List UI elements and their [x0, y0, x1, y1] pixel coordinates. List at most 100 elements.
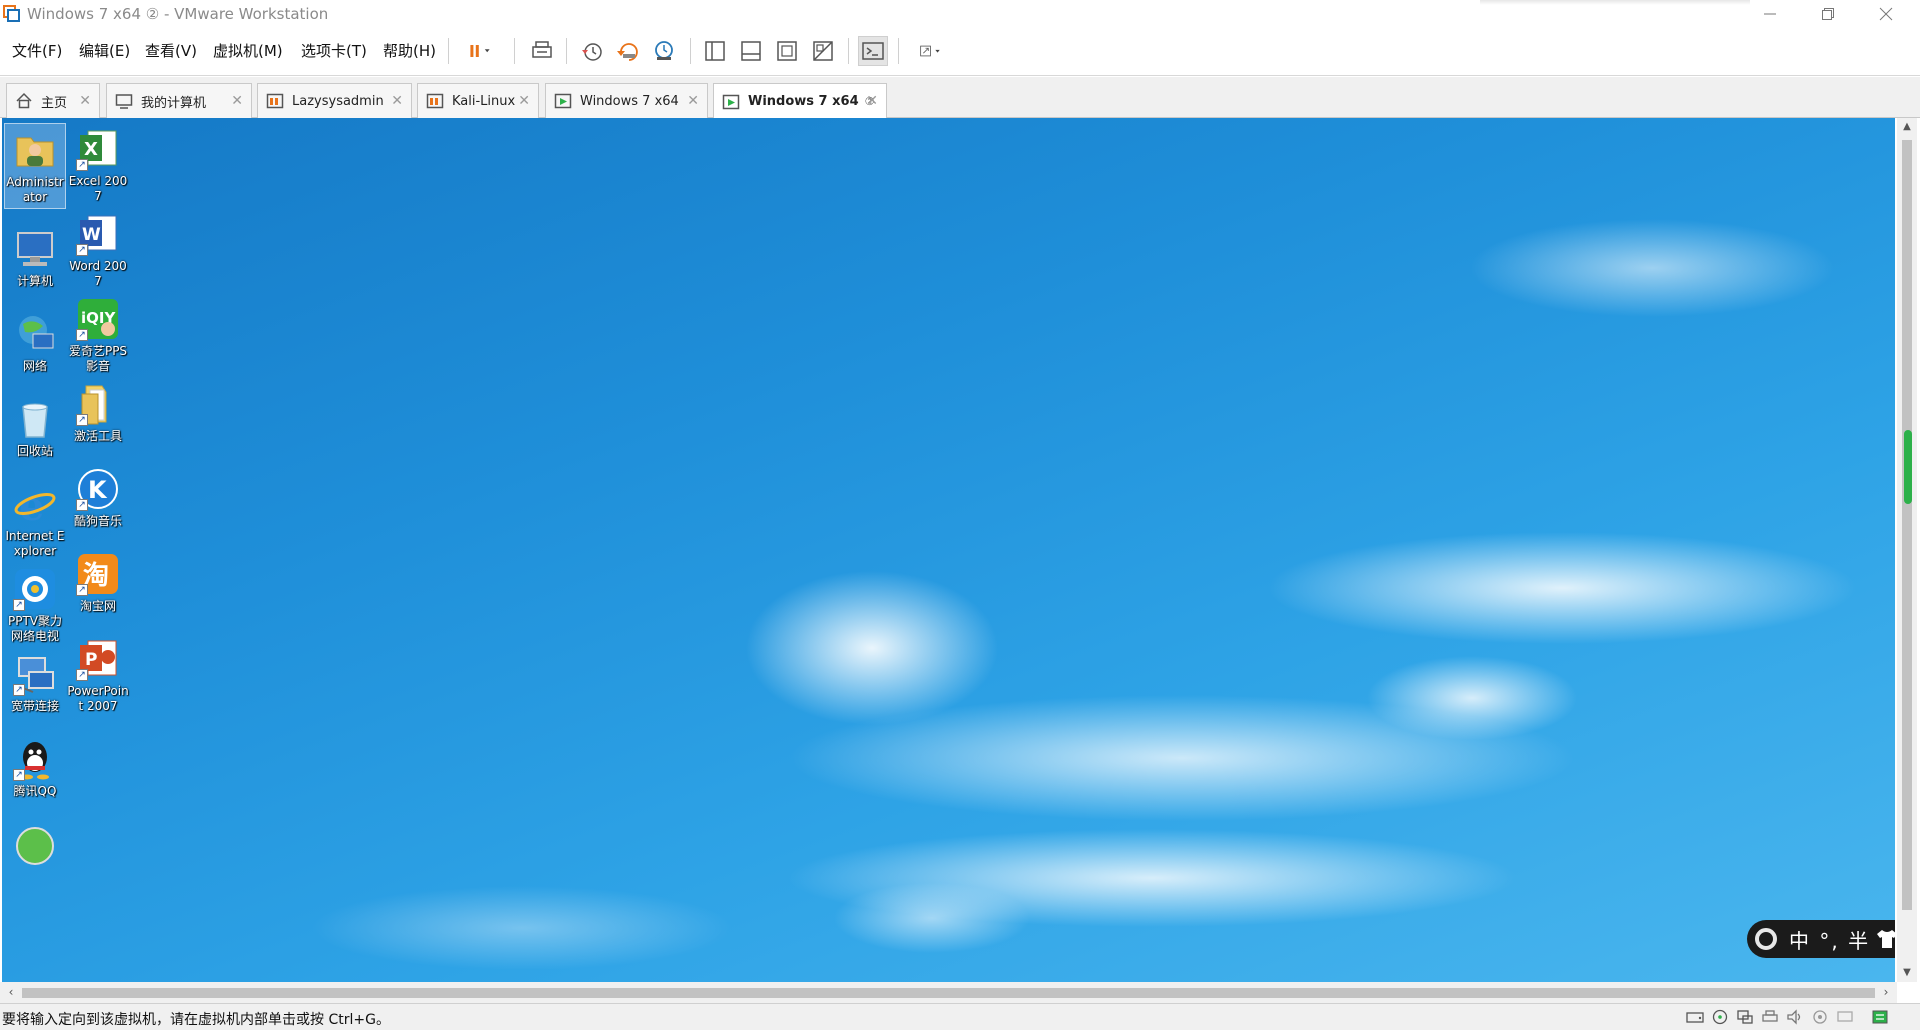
- sound-icon[interactable]: [1786, 1009, 1804, 1025]
- ime-status-bar[interactable]: 中 °, 半: [1747, 920, 1895, 958]
- guest-desktop[interactable]: Administrator 计算机 网络 回收站 e Internet Expl…: [2, 118, 1895, 982]
- vm-display: Administrator 计算机 网络 回收站 e Internet Expl…: [0, 118, 1920, 1003]
- toolbar-separator: [690, 38, 691, 64]
- window-title: Windows 7 x64 ② - VMware Workstation: [27, 5, 329, 23]
- desktop-icon-network[interactable]: 网络: [4, 308, 66, 374]
- tab-my-computer[interactable]: 我的计算机 ✕: [106, 83, 252, 118]
- desktop-icon-pptv[interactable]: ↗ PPTV聚力 网络电视: [4, 563, 66, 644]
- tab-windows7-x64[interactable]: Windows 7 x64 ✕: [545, 83, 708, 118]
- desktop-icon-label: Administrator: [6, 175, 64, 204]
- shortcut-arrow-icon: ↗: [13, 684, 25, 696]
- desktop-icon-broadband[interactable]: ↗ 宽带连接: [4, 648, 66, 714]
- status-message: 要将输入定向到该虚拟机，请在虚拟机内部单击或按 Ctrl+G。: [2, 1012, 390, 1028]
- pause-button[interactable]: [458, 36, 502, 66]
- computer-icon: [13, 227, 57, 271]
- desktop-icon-powerpoint[interactable]: P ↗ PowerPoint 2007: [67, 633, 129, 714]
- broadband-icon: ↗: [13, 652, 57, 696]
- pause-icon: [470, 45, 490, 57]
- desktop-icon-administrator[interactable]: Administrator: [4, 123, 66, 209]
- desktop-icon-excel[interactable]: X ↗ Excel 2007: [67, 123, 129, 204]
- ie-icon: e: [13, 482, 57, 530]
- shortcut-arrow-icon: ↗: [76, 329, 88, 341]
- desktop-icon-label: 爱奇艺PPS 影音: [68, 344, 128, 373]
- vm-icon: [266, 93, 284, 109]
- desktop-icon-word[interactable]: W ↗ Word 2007: [67, 208, 129, 289]
- desktop-icon-label: Excel 2007: [68, 174, 128, 203]
- snapshot-manager-button[interactable]: [649, 36, 679, 66]
- horizontal-scrollbar[interactable]: ‹ ›: [0, 982, 1897, 1003]
- send-ctrl-alt-del-button[interactable]: [527, 36, 557, 66]
- minimize-button[interactable]: [1742, 0, 1798, 28]
- desktop-icon-recycle-bin[interactable]: 回收站: [4, 393, 66, 459]
- full-screen-button[interactable]: [772, 36, 802, 66]
- stretch-guest-button[interactable]: [907, 36, 955, 66]
- toolbar-separator: [514, 38, 515, 64]
- printer-icon[interactable]: [1761, 1009, 1779, 1025]
- desktop-icon-partial[interactable]: [4, 818, 66, 866]
- tab-close-button[interactable]: ✕: [231, 94, 243, 108]
- vertical-scrollbar[interactable]: ▲ ▼: [1897, 118, 1917, 982]
- powerpoint-icon: P ↗: [76, 637, 120, 681]
- unity-button[interactable]: [808, 36, 838, 66]
- skin-shirt-icon[interactable]: [1876, 929, 1895, 949]
- tab-close-button[interactable]: ✕: [687, 94, 699, 108]
- scroll-track[interactable]: [22, 988, 1875, 998]
- user-folder-icon: [13, 128, 57, 172]
- close-window-button[interactable]: [1858, 0, 1914, 28]
- scroll-up-arrow-icon[interactable]: ▲: [1897, 118, 1917, 136]
- tab-label: Windows 7 x64: [580, 93, 679, 109]
- menu-tabs[interactable]: 选项卡(T): [301, 40, 367, 61]
- restore-button[interactable]: [1800, 0, 1856, 28]
- console-view-button[interactable]: [858, 36, 888, 66]
- snapshot-button[interactable]: [577, 36, 607, 66]
- svg-text:X: X: [84, 139, 98, 160]
- shortcut-arrow-icon: ↗: [76, 669, 88, 681]
- desktop-icon-internet-explorer[interactable]: e Internet Explorer: [4, 478, 66, 559]
- snapshot-clock-icon: [582, 43, 602, 61]
- tab-close-button[interactable]: ✕: [518, 94, 530, 108]
- tab-kali-linux[interactable]: Kali-Linux ✕: [417, 83, 539, 118]
- close-icon: [1879, 7, 1893, 21]
- menu-view[interactable]: 查看(V): [145, 40, 197, 61]
- tab-label: Windows 7 x64: [748, 94, 859, 109]
- scroll-track[interactable]: [1902, 140, 1912, 910]
- tab-close-button[interactable]: ✕: [391, 94, 403, 108]
- tab-label: Kali-Linux: [452, 93, 516, 109]
- tab-windows7-x64-2[interactable]: Windows 7 x64 ② ✕: [713, 83, 887, 119]
- display-icon[interactable]: [1836, 1009, 1854, 1025]
- tab-label: Lazysysadmin: [292, 93, 384, 109]
- show-library-button[interactable]: [700, 36, 730, 66]
- tab-close-button[interactable]: ✕: [79, 94, 91, 108]
- revert-snapshot-button[interactable]: [613, 36, 643, 66]
- kugou-icon: K ↗: [76, 467, 120, 511]
- svg-text:e: e: [19, 483, 44, 526]
- desktop-icon-label: 淘宝网: [79, 599, 116, 613]
- desktop-icon-iqiyi[interactable]: iQIY ↗ 爱奇艺PPS 影音: [67, 293, 129, 374]
- tab-close-button[interactable]: ✕: [866, 94, 878, 108]
- tab-lazysysadmin[interactable]: Lazysysadmin ✕: [257, 83, 412, 118]
- scroll-right-arrow-icon[interactable]: ›: [1877, 982, 1895, 1003]
- desktop-icon-computer[interactable]: 计算机: [4, 223, 66, 289]
- hard-disk-icon[interactable]: [1686, 1009, 1704, 1025]
- desktop-icon-taobao[interactable]: 淘 ↗ 淘宝网: [67, 548, 129, 614]
- menu-vm[interactable]: 虚拟机(M): [213, 40, 283, 61]
- network-adapter-icon[interactable]: [1736, 1009, 1754, 1025]
- usb-device-icon[interactable]: [1811, 1009, 1829, 1025]
- restore-icon: [1822, 8, 1834, 20]
- tab-home[interactable]: 主页 ✕: [6, 83, 100, 118]
- vm-message-icon[interactable]: [1871, 1009, 1889, 1025]
- title-bar: Windows 7 x64 ② - VMware Workstation: [0, 0, 1920, 28]
- cd-dvd-icon[interactable]: [1711, 1009, 1729, 1025]
- scroll-left-arrow-icon[interactable]: ‹: [2, 982, 20, 1003]
- desktop-icon-activation-tools[interactable]: ↗ 激活工具: [67, 378, 129, 444]
- menu-file[interactable]: 文件(F): [12, 40, 62, 61]
- desktop-icon-label: Word 2007: [69, 259, 127, 288]
- menu-edit[interactable]: 编辑(E): [79, 40, 130, 61]
- show-thumbnail-bar-button[interactable]: [736, 36, 766, 66]
- menu-help[interactable]: 帮助(H): [383, 40, 436, 61]
- iqiyi-icon: iQIY ↗: [76, 297, 120, 341]
- scroll-down-arrow-icon[interactable]: ▼: [1897, 964, 1917, 982]
- tab-label: 主页: [41, 95, 68, 111]
- desktop-icon-qq[interactable]: ↗ 腾讯QQ: [4, 733, 66, 799]
- desktop-icon-kugou[interactable]: K ↗ 酷狗音乐: [67, 463, 129, 529]
